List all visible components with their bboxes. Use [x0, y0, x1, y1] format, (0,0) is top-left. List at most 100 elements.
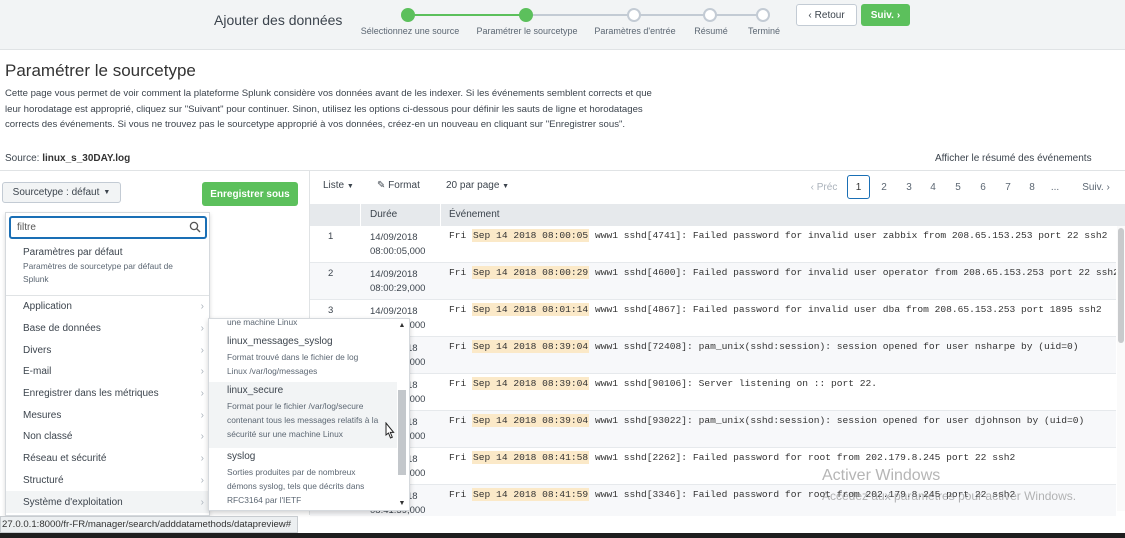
page-6[interactable]: 6 [975, 175, 991, 199]
mouse-cursor-icon [385, 422, 395, 439]
prev-page-button[interactable]: ‹ Préc [804, 175, 844, 199]
category-item-misc[interactable]: Divers › [6, 339, 209, 361]
step-dot-5 [756, 8, 770, 22]
sourcetype-desc: Format pour le fichier /var/log/secure c… [227, 401, 379, 439]
event-day: Fri [449, 230, 473, 241]
page-4[interactable]: 4 [925, 175, 941, 199]
category-item-database[interactable]: Base de données › [6, 318, 209, 340]
events-scroll-thumb[interactable] [1118, 228, 1124, 343]
page-1[interactable]: 1 [847, 175, 870, 199]
activation-watermark-text: Accédez aux paramètres pour activer Wind… [822, 489, 1077, 503]
event-text: www1 sshd[72408]: pam_unix(sshd:session)… [589, 341, 1079, 352]
per-page-dropdown[interactable]: 20 par page ▼ [446, 180, 509, 191]
category-item-network-security[interactable]: Réseau et sécurité › [6, 448, 209, 470]
scroll-up-icon[interactable]: ▲ [397, 322, 407, 329]
column-header-time: Durée [370, 209, 398, 220]
category-label: Structuré [23, 474, 64, 486]
category-label: Système d'exploitation [23, 496, 123, 508]
sourcetype-item-linux-messages-syslog[interactable]: linux_messages_syslog Format trouvé dans… [209, 333, 397, 381]
row-event: Fri Sep 14 2018 08:41:58 www1 sshd[2262]… [449, 451, 1015, 464]
category-label: Base de données [23, 323, 101, 335]
step-line-done [408, 14, 526, 16]
list-view-dropdown[interactable]: Liste ▼ [323, 180, 354, 191]
filter-box [9, 216, 207, 239]
category-item-log-to-metrics[interactable]: Enregistrer dans les métriques › [6, 383, 209, 405]
category-item-metrics[interactable]: Mesures › [6, 404, 209, 426]
category-item-email[interactable]: E-mail › [6, 361, 209, 383]
chevron-right-icon: › [200, 344, 204, 356]
next-button[interactable]: Suiv. › [861, 4, 910, 26]
events-scrollbar[interactable] [1117, 226, 1125, 511]
caret-down-icon: ▼ [103, 189, 111, 196]
event-day: Fri [449, 304, 473, 315]
category-item-application[interactable]: Application › [6, 296, 209, 318]
page-ellipsis: ... [1050, 181, 1060, 193]
sourcetype-menu: Paramètres par défaut Paramètres de sour… [5, 212, 210, 516]
category-label: Mesures [23, 409, 62, 421]
event-day: Fri [449, 452, 473, 463]
submenu-scrollbar[interactable]: ▲ ▼ [397, 322, 407, 509]
page-7[interactable]: 7 [1000, 175, 1016, 199]
step-label-4: Résumé [694, 26, 728, 36]
show-event-summary-link[interactable]: Afficher le résumé des événements [935, 153, 1092, 164]
browser-status-bar: 27.0.0.1:8000/fr-FR/manager/search/addda… [0, 516, 299, 533]
scroll-down-icon[interactable]: ▼ [397, 500, 407, 507]
sourcetype-desc: Format trouvé dans le fichier de log Lin… [227, 352, 359, 376]
table-row: 1 14/09/2018 08:00:05,000 Fri Sep 14 2018… [310, 226, 1116, 263]
page-3[interactable]: 3 [901, 175, 917, 199]
event-text: www1 sshd[93022]: pam_unix(sshd:session)… [589, 415, 1085, 426]
row-date: 14/09/2018 [370, 269, 418, 280]
caret-down-icon: ▼ [346, 183, 354, 190]
chevron-right-icon: › [200, 496, 204, 508]
chevron-right-icon: › [200, 453, 204, 465]
page-5[interactable]: 5 [950, 175, 966, 199]
chevron-right-icon: › [1103, 181, 1110, 193]
page-2[interactable]: 2 [876, 175, 892, 199]
events-table-header: Durée Événement [310, 204, 1125, 226]
column-header-event: Événement [449, 209, 500, 220]
category-item-structured[interactable]: Structuré › [6, 470, 209, 492]
table-row: 3 14/09/201808:01:14,000 Fri Sep 14 2018… [310, 300, 1116, 337]
source-info: Source: linux_s_30DAY.log [5, 153, 130, 164]
category-item-uncategorized[interactable]: Non classé › [6, 426, 209, 448]
event-timestamp: Sep 14 2018 08:41:58 [472, 451, 590, 464]
step-dot-4 [703, 8, 717, 22]
category-list: Application › Base de données › Divers › E-… [6, 296, 209, 513]
submenu-scroll-thumb[interactable] [398, 390, 406, 475]
row-event: Fri Sep 14 2018 08:00:29 www1 sshd[4600]… [449, 266, 1116, 279]
default-settings-item[interactable]: Paramètres par défaut Paramètres de sour… [6, 244, 209, 289]
back-button[interactable]: ‹ Retour [796, 4, 857, 26]
step-dot-1 [401, 8, 415, 22]
event-day: Fri [449, 415, 473, 426]
filter-input[interactable] [17, 220, 187, 235]
page-8[interactable]: 8 [1024, 175, 1040, 199]
chevron-right-icon: › [896, 9, 901, 21]
sourcetype-item-linux-secure[interactable]: linux_secure Format pour le fichier /var… [209, 382, 397, 448]
row-clock: 08:00:29,000 [370, 283, 426, 294]
category-label: Application [23, 301, 72, 313]
chevron-left-icon: ‹ [808, 9, 812, 21]
save-as-button[interactable]: Enregistrer sous [202, 182, 298, 206]
format-button[interactable]: ✎ Format [377, 180, 420, 191]
sourcetype-dropdown[interactable]: Sourcetype : défaut ▼ [2, 182, 121, 203]
event-preview-panel: Liste ▼ ✎ Format 20 par page ▼ ‹ Préc 1 … [309, 170, 1125, 516]
row-number: 2 [328, 268, 334, 279]
category-item-operating-system[interactable]: Système d'exploitation › [6, 491, 209, 513]
step-label-3: Paramètres d'entrée [594, 26, 676, 36]
row-date: 14/09/2018 [370, 306, 418, 317]
next-page-button[interactable]: Suiv. › [1078, 175, 1114, 199]
per-page-label: 20 par page [446, 180, 500, 191]
sourcetype-title: linux_messages_syslog [227, 336, 333, 347]
source-label: Source: [5, 153, 40, 164]
chevron-right-icon: › [200, 323, 204, 335]
table-row: 7 14/09/201808:41:58,000 Fri Sep 14 2018… [310, 448, 1116, 485]
back-button-label: Retour [814, 9, 845, 21]
category-label: E-mail [23, 366, 52, 378]
sourcetype-item-syslog[interactable]: syslog Sorties produites par de nombreux… [209, 448, 397, 510]
activation-watermark-title: Activer Windows [822, 467, 941, 484]
wizard-title: Ajouter des données [214, 12, 343, 28]
category-label: Non classé [23, 431, 73, 443]
row-event: Fri Sep 14 2018 08:39:04 www1 sshd[90106… [449, 377, 877, 390]
event-text: www1 sshd[4867]: Failed password for inv… [589, 304, 1102, 315]
next-button-label: Suiv. [870, 9, 894, 21]
